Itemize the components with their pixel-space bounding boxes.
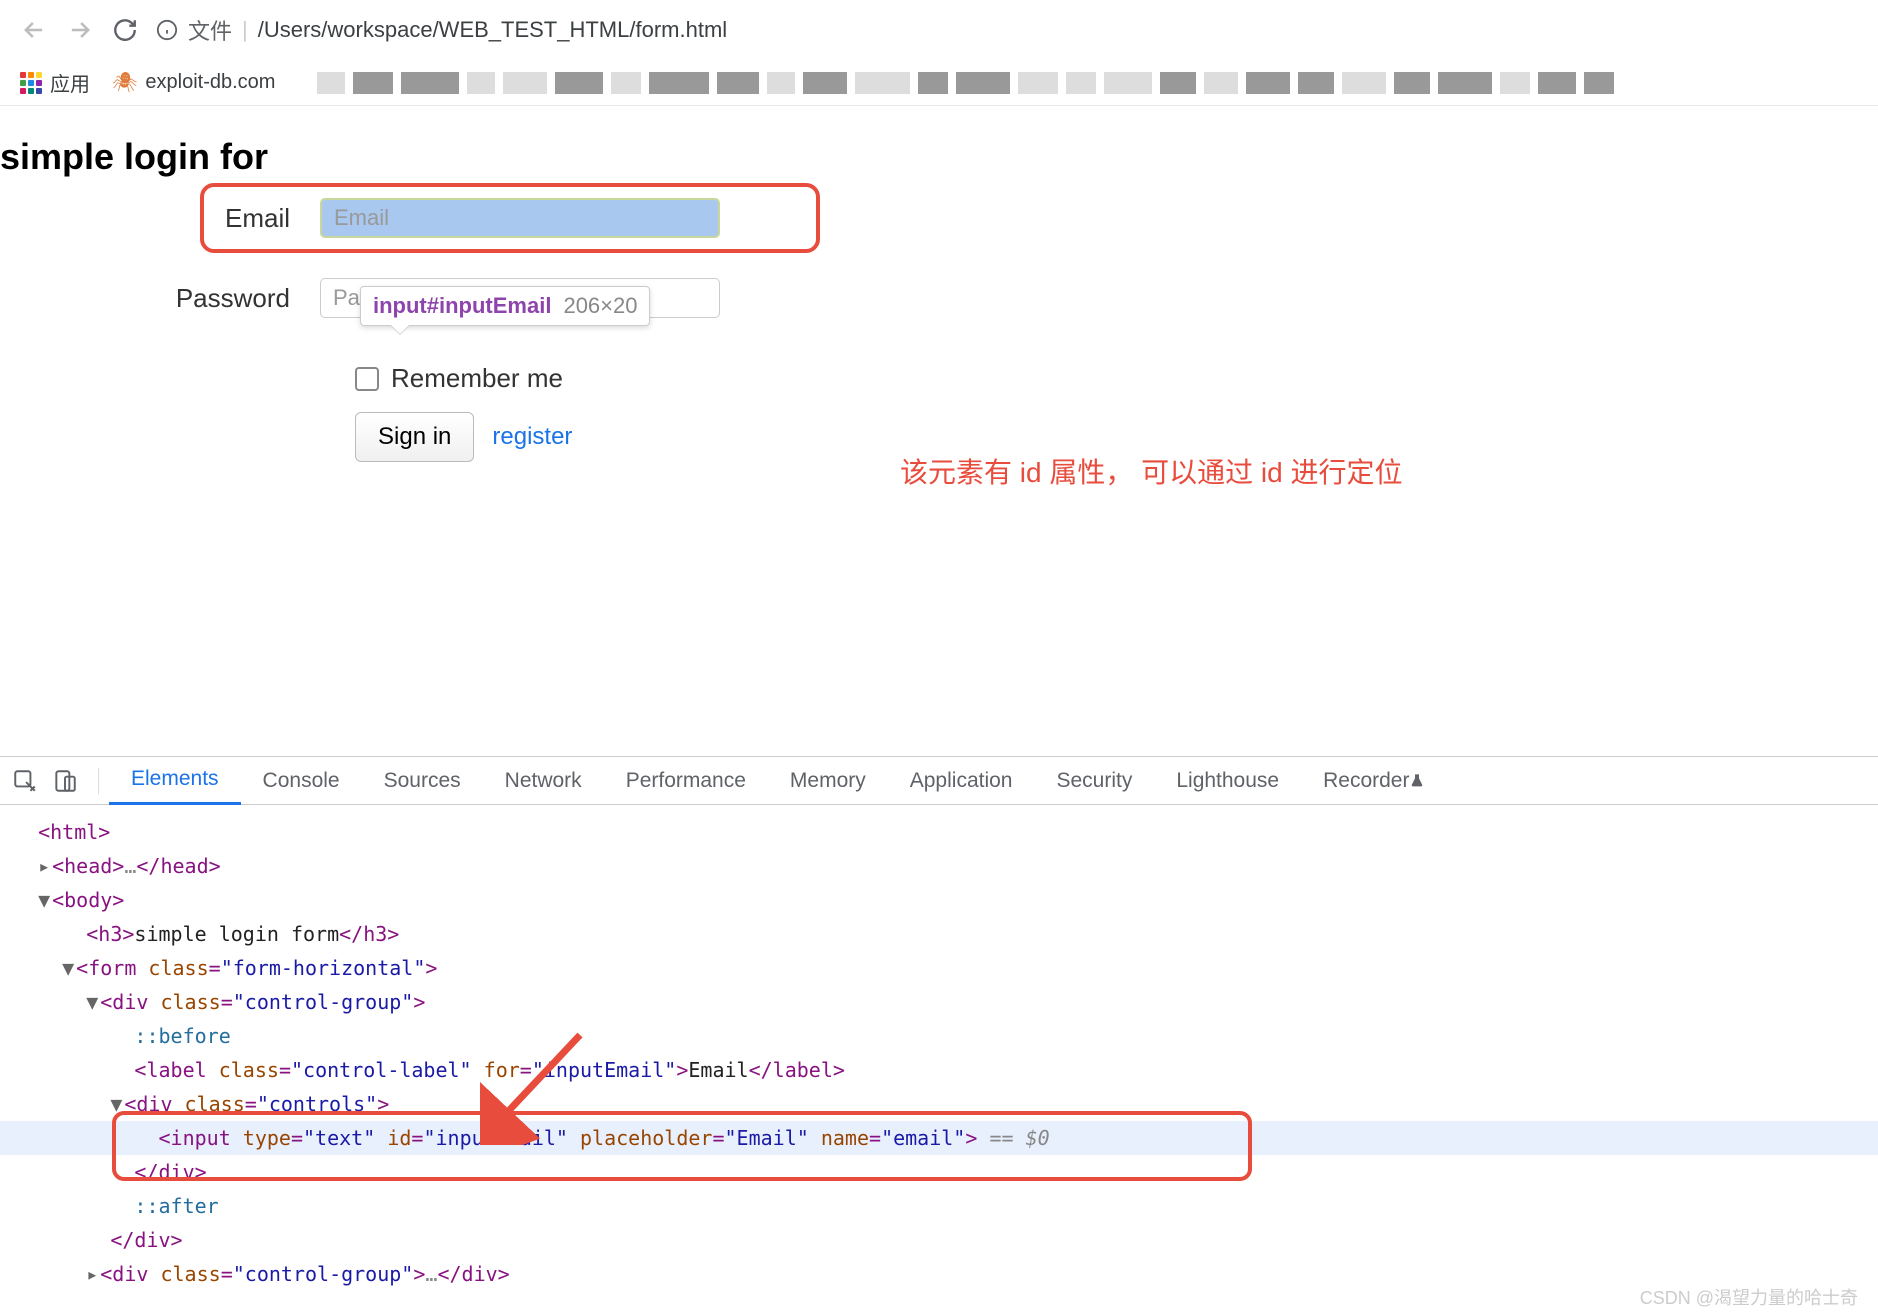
email-row: Email xyxy=(0,198,1878,238)
tab-sources[interactable]: Sources xyxy=(362,757,483,805)
dom-line[interactable]: <h3>simple login form</h3> xyxy=(14,917,1864,951)
apps-button[interactable]: 应用 xyxy=(20,68,90,97)
address-bar[interactable]: 文件 | /Users/workspace/WEB_TEST_HTML/form… xyxy=(156,14,727,46)
annotation-text: 该元素有 id 属性， 可以通过 id 进行定位 xyxy=(900,451,1402,491)
apps-label: 应用 xyxy=(50,68,90,97)
inspect-tooltip: input#inputEmail 206×20 xyxy=(360,286,650,326)
forward-icon[interactable] xyxy=(66,16,94,44)
dom-line[interactable]: ▼<form class="form-horizontal"> xyxy=(14,951,1864,985)
dom-line[interactable]: </div> xyxy=(14,1223,1864,1257)
dom-line[interactable]: <label class="control-label" for="inputE… xyxy=(14,1053,1864,1087)
tooltip-selector: input#inputEmail xyxy=(373,293,551,319)
register-link[interactable]: register xyxy=(492,423,572,451)
tab-memory[interactable]: Memory xyxy=(768,757,888,805)
exploit-label: exploit-db.com xyxy=(145,71,275,94)
reload-icon[interactable] xyxy=(112,17,138,43)
apps-icon xyxy=(20,72,42,94)
dom-line[interactable]: ::after xyxy=(14,1189,1864,1223)
dom-tree[interactable]: ⋯ <html> ▸<head>…</head> ▼<body> <h3>sim… xyxy=(0,805,1878,1301)
devtools-tabs: Elements Console Sources Network Perform… xyxy=(0,757,1878,805)
tab-lighthouse[interactable]: Lighthouse xyxy=(1154,757,1301,805)
remember-row: Remember me xyxy=(355,363,1878,394)
device-toggle-icon[interactable] xyxy=(52,768,78,794)
tab-application[interactable]: Application xyxy=(888,757,1035,805)
dom-line[interactable]: </div> xyxy=(14,1155,1864,1189)
dom-line[interactable]: ::before xyxy=(14,1019,1864,1053)
url-path: /Users/workspace/WEB_TEST_HTML/form.html xyxy=(258,17,727,43)
dom-line[interactable]: ▼<div class="control-group"> xyxy=(14,985,1864,1019)
dom-line[interactable]: ▼<div class="controls"> xyxy=(14,1087,1864,1121)
tab-console[interactable]: Console xyxy=(241,757,362,805)
addr-separator: | xyxy=(242,17,248,43)
devtools-panel: Elements Console Sources Network Perform… xyxy=(0,756,1878,1316)
bug-icon: 🕷 xyxy=(112,70,137,95)
browser-toolbar: 文件 | /Users/workspace/WEB_TEST_HTML/form… xyxy=(0,0,1878,60)
dom-line[interactable]: <html> xyxy=(14,815,1864,849)
info-icon xyxy=(156,19,178,41)
email-input[interactable] xyxy=(320,198,720,238)
page-content: simple login for input#inputEmail 206×20… xyxy=(0,106,1878,462)
tab-performance[interactable]: Performance xyxy=(604,757,768,805)
signin-button[interactable]: Sign in xyxy=(355,412,474,462)
blurred-bookmarks xyxy=(317,72,1614,94)
remember-checkbox[interactable] xyxy=(355,367,379,391)
file-label: 文件 xyxy=(188,14,232,46)
page-title: simple login for xyxy=(0,136,1878,178)
dom-line-selected[interactable]: <input type="text" id="inputEmail" place… xyxy=(0,1121,1878,1155)
remember-label: Remember me xyxy=(391,363,563,394)
back-icon[interactable] xyxy=(20,16,48,44)
watermark: CSDN @渴望力量的哈士奇 xyxy=(1640,1284,1858,1310)
tooltip-dimensions: 206×20 xyxy=(563,293,637,319)
dom-line[interactable]: ▸<div class="control-group">…</div> xyxy=(14,1257,1864,1291)
password-label: Password xyxy=(0,283,320,314)
flask-icon xyxy=(1409,773,1425,789)
inspect-element-icon[interactable] xyxy=(12,768,38,794)
tab-elements[interactable]: Elements xyxy=(109,757,241,805)
dom-line[interactable]: ▸<head>…</head> xyxy=(14,849,1864,883)
bookmark-bar: 应用 🕷 exploit-db.com xyxy=(0,60,1878,106)
dom-line[interactable]: ▼<body> xyxy=(14,883,1864,917)
tab-network[interactable]: Network xyxy=(483,757,604,805)
password-row: Password xyxy=(0,278,1878,318)
tab-recorder[interactable]: Recorder xyxy=(1301,757,1447,805)
email-label: Email xyxy=(0,203,320,234)
tab-security[interactable]: Security xyxy=(1034,757,1154,805)
bookmark-exploit-db[interactable]: 🕷 exploit-db.com xyxy=(112,70,275,95)
